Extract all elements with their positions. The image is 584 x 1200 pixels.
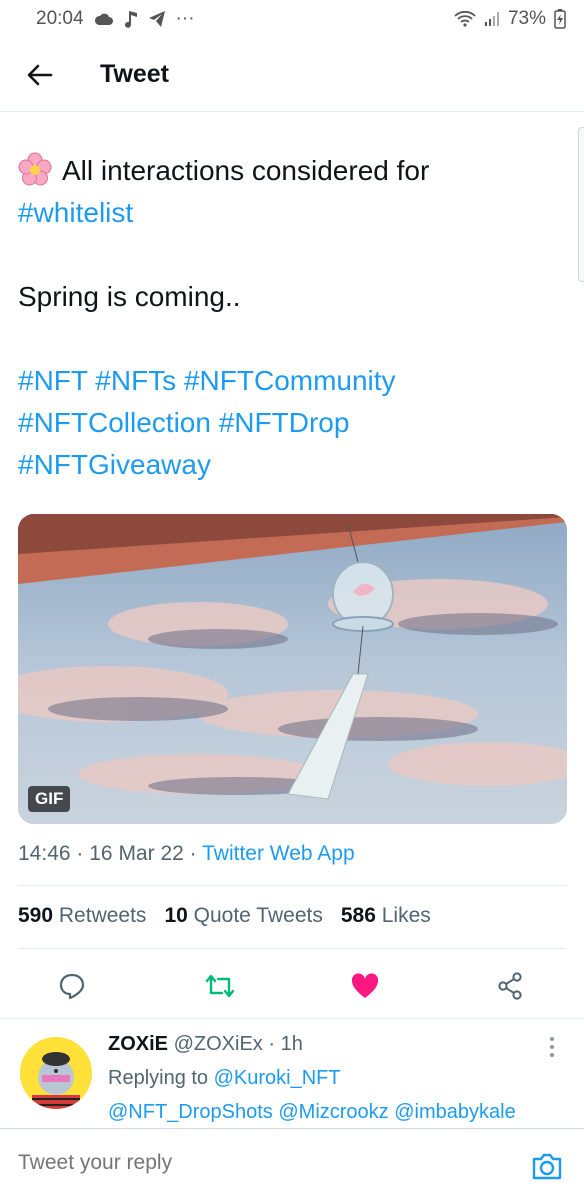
- hashtag-link[interactable]: #NFTs: [95, 365, 176, 396]
- page-title: Tweet: [100, 60, 169, 88]
- tweet-action-bar: [0, 964, 584, 1008]
- mention-link[interactable]: @NFT_DropShots: [108, 1101, 273, 1123]
- mention-link[interactable]: @Mizcrookz: [278, 1101, 388, 1123]
- tweet-line1-text: All interactions considered for: [62, 155, 430, 186]
- wifi-icon: [454, 11, 476, 27]
- telegram-icon: [148, 10, 166, 28]
- signal-icon: [484, 11, 500, 27]
- music-note-icon: [124, 9, 138, 29]
- quotes-count: 10: [164, 904, 188, 927]
- share-icon: [498, 972, 522, 1000]
- reply-author-handle[interactable]: @ZOXiEx: [174, 1033, 263, 1055]
- mention-link[interactable]: @imbabykale: [394, 1101, 515, 1123]
- reply-composer: [0, 1128, 584, 1200]
- likes-label: Likes: [381, 904, 431, 927]
- avatar[interactable]: [20, 1037, 92, 1109]
- hashtag-link[interactable]: #whitelist: [18, 197, 133, 228]
- likes-stat[interactable]: 586 Likes: [341, 904, 431, 928]
- reply-age: 1h: [280, 1033, 303, 1055]
- mentions-line: @NFT_DropShots @Mizcrookz @imbabykale: [108, 1101, 516, 1124]
- tweet-paragraph-1: All interactions considered for #whiteli…: [18, 150, 566, 234]
- status-time: 20:04: [36, 8, 84, 29]
- hashtag-link[interactable]: #NFTDrop: [219, 407, 350, 438]
- divider: [18, 948, 566, 949]
- tweet-date: 16 Mar 22: [89, 842, 184, 865]
- hashtag-link[interactable]: #NFTCommunity: [184, 365, 396, 396]
- tweet-hashtags: #NFT #NFTs #NFTCommunity #NFTCollection …: [18, 360, 566, 486]
- retweet-button[interactable]: [198, 964, 242, 1008]
- tweet-source-link[interactable]: Twitter Web App: [202, 842, 355, 865]
- retweet-icon: [205, 974, 235, 998]
- like-button[interactable]: [343, 964, 387, 1008]
- back-button[interactable]: [18, 53, 62, 97]
- reply-input[interactable]: [18, 1151, 498, 1175]
- separator: ·: [76, 842, 84, 865]
- reply-author-name[interactable]: ZOXiE: [108, 1033, 168, 1055]
- reply-tweet[interactable]: ZOXiE @ZOXiEx · 1h Replying to @Kuroki_N…: [0, 1018, 584, 1128]
- tweet-time: 14:46: [18, 842, 71, 865]
- heart-filled-icon: [351, 973, 379, 998]
- replying-to-line: Replying to @Kuroki_NFT: [108, 1067, 341, 1090]
- tweet-media-gif[interactable]: GIF: [18, 514, 567, 824]
- avatar-image: [20, 1037, 92, 1109]
- tweet-paragraph-2: Spring is coming..: [18, 281, 241, 312]
- likes-count: 586: [340, 904, 376, 927]
- divider: [18, 885, 566, 886]
- tweet-stats: 590 Retweets 10 Quote Tweets 586 Likes: [18, 904, 431, 928]
- tweet-text: All interactions considered for #whiteli…: [18, 150, 566, 486]
- cloud-icon: [94, 12, 114, 26]
- retweets-count: 590: [18, 904, 54, 927]
- camera-button[interactable]: [530, 1149, 564, 1183]
- quote-tweets-stat[interactable]: 10 Quote Tweets: [164, 904, 322, 928]
- retweets-label: Retweets: [58, 904, 147, 927]
- reply-button[interactable]: [50, 964, 94, 1008]
- hashtag-link[interactable]: #NFT: [18, 365, 88, 396]
- retweets-stat[interactable]: 590 Retweets: [18, 904, 146, 928]
- hashtag-link[interactable]: #NFTCollection: [18, 407, 211, 438]
- camera-icon: [532, 1153, 562, 1180]
- top-app-bar: Tweet: [0, 38, 584, 112]
- status-overflow: ···: [175, 8, 195, 29]
- battery-percent: 73%: [507, 8, 546, 29]
- quotes-label: Quote Tweets: [193, 904, 323, 927]
- wind-chime-scene-image: [18, 514, 567, 824]
- reply-icon: [59, 973, 85, 1000]
- hashtag-link[interactable]: #NFTGiveaway: [18, 449, 211, 480]
- reply-header: ZOXiE @ZOXiEx · 1h: [108, 1033, 303, 1056]
- separator: ·: [268, 1033, 276, 1055]
- share-button[interactable]: [488, 964, 532, 1008]
- status-bar: 20:04 ··· 73%: [0, 0, 584, 38]
- separator: ·: [189, 842, 197, 865]
- tweet-timestamp: 14:46 · 16 Mar 22 · Twitter Web App: [18, 842, 355, 866]
- gif-badge: GIF: [28, 786, 71, 812]
- battery-icon: [554, 9, 566, 29]
- replying-to-label: Replying to: [108, 1067, 209, 1089]
- back-arrow-icon: [27, 64, 53, 85]
- vertical-dots-icon: [550, 1037, 554, 1057]
- cherry-blossom-icon: [18, 152, 52, 186]
- scroll-indicator[interactable]: [578, 127, 584, 282]
- mention-link[interactable]: @Kuroki_NFT: [214, 1067, 341, 1089]
- more-options-button[interactable]: [542, 1035, 562, 1059]
